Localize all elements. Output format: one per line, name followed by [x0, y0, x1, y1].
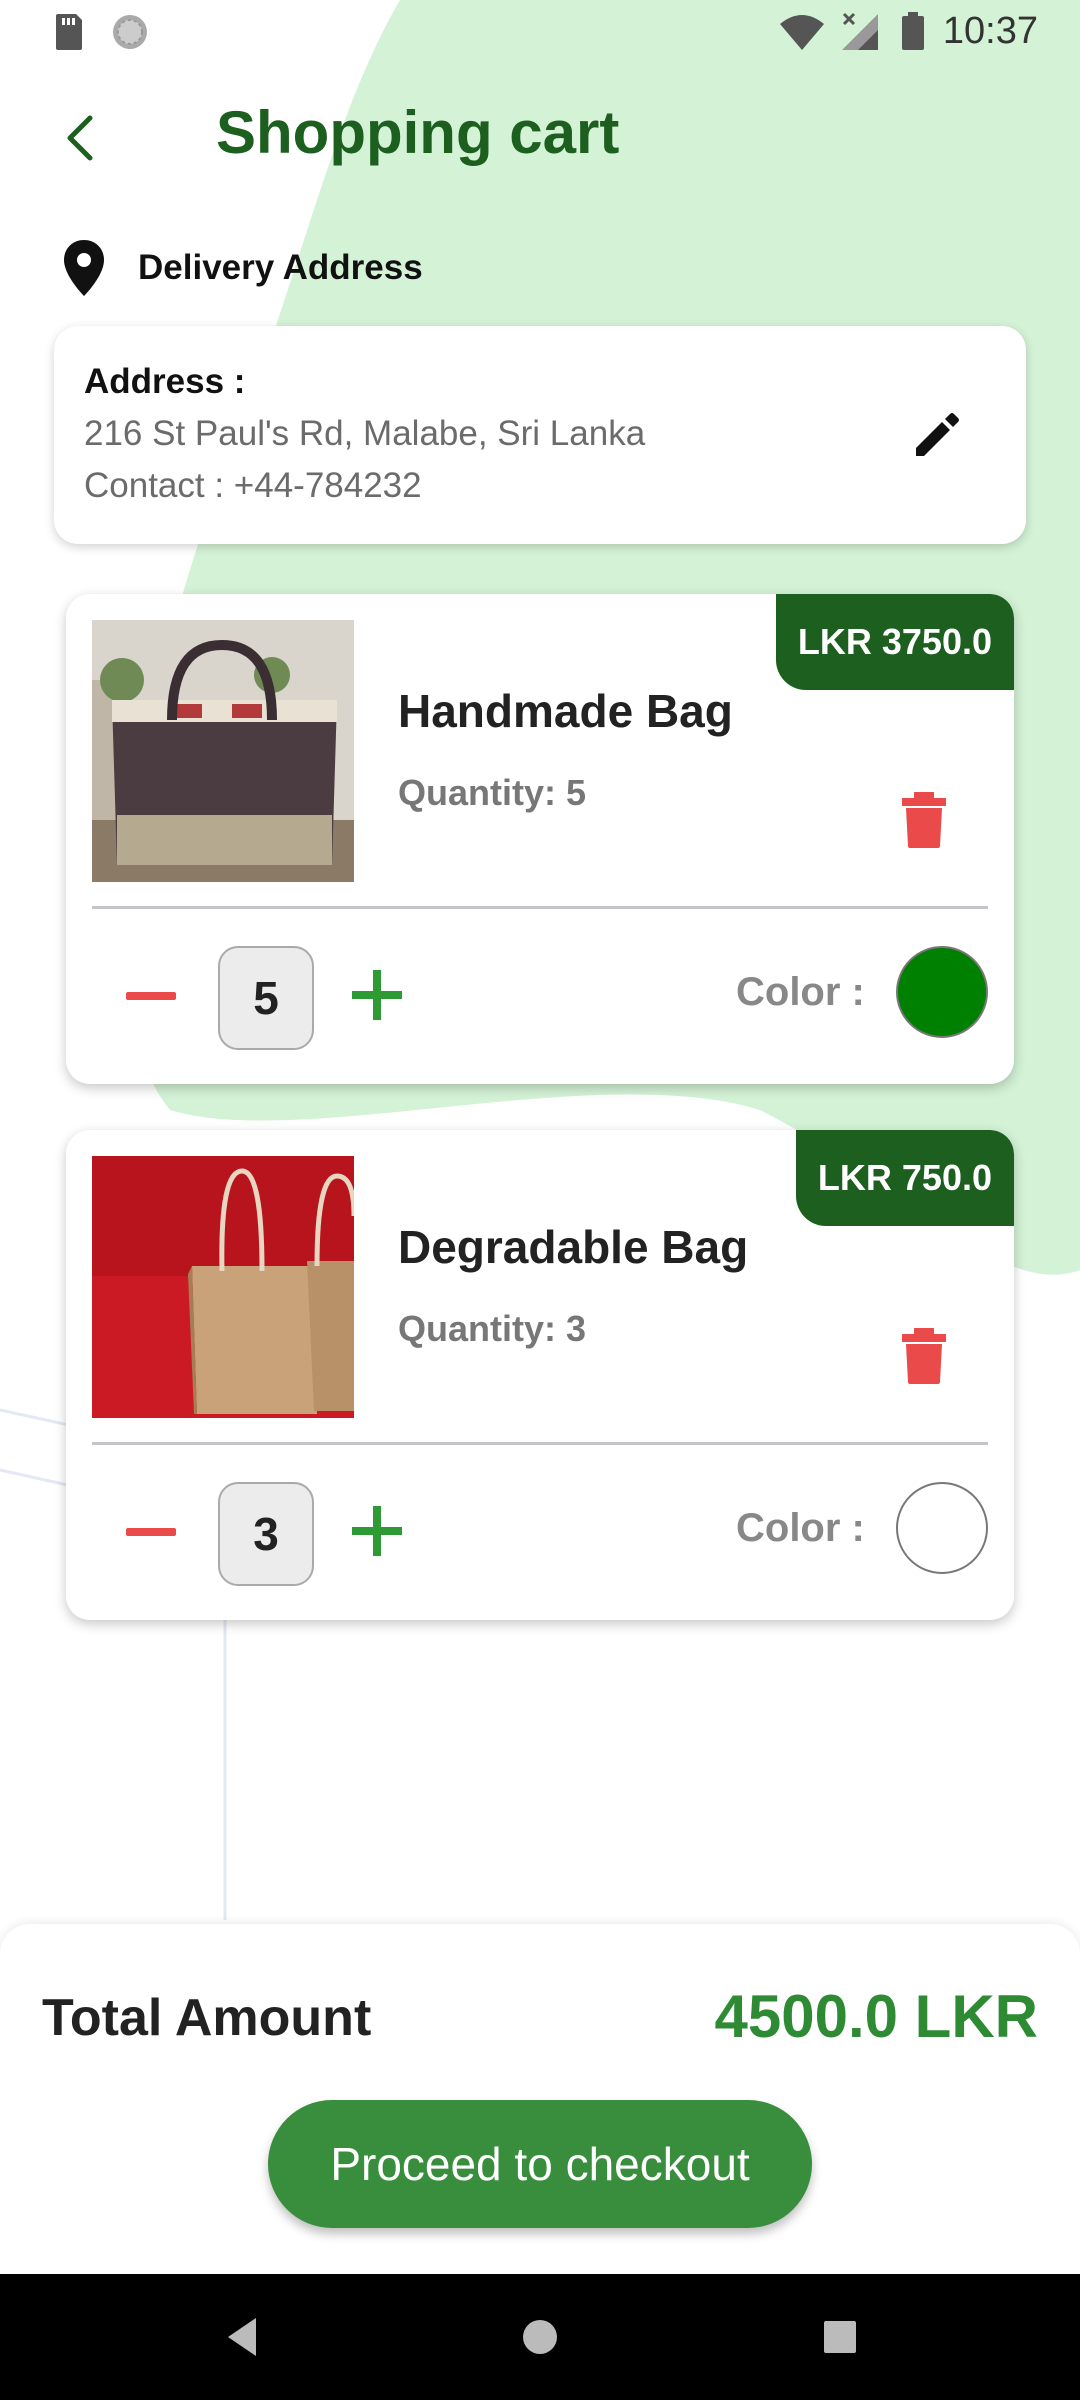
increase-quantity-button[interactable]	[352, 970, 402, 1020]
handmade-bag-image	[92, 620, 354, 882]
cart-item-card: LKR 3750.0 Handmade Bag Quantity: 5 5 Co…	[66, 594, 1014, 1084]
wifi-icon	[780, 15, 824, 50]
sd-card-icon	[56, 14, 82, 50]
address-title: Address :	[84, 362, 246, 401]
delete-trash-icon[interactable]	[898, 790, 950, 850]
address-card: Address : 216 St Paul's Rd, Malabe, Sri …	[54, 326, 1026, 544]
divider	[92, 906, 988, 909]
status-bar: 10:37	[0, 0, 1080, 62]
increase-quantity-button[interactable]	[352, 1506, 402, 1556]
status-time: 10:37	[942, 10, 1038, 52]
decrease-quantity-button[interactable]	[126, 992, 176, 1000]
nav-home-icon[interactable]	[520, 2312, 560, 2362]
checkout-panel: Total Amount 4500.0 LKR Proceed to check…	[0, 1924, 1080, 2274]
delivery-address-label: Delivery Address	[138, 248, 423, 287]
price-badge: LKR 3750.0	[775, 594, 1014, 690]
divider	[92, 1442, 988, 1445]
item-name: Handmade Bag	[398, 685, 733, 737]
degradable-bag-image	[92, 1156, 354, 1418]
nav-recents-icon[interactable]	[820, 2312, 860, 2362]
location-pin-icon	[64, 240, 104, 296]
color-swatch[interactable]	[896, 946, 988, 1038]
color-label: Color :	[736, 970, 865, 1014]
page-title: Shopping cart	[216, 99, 620, 166]
proceed-to-checkout-button[interactable]: Proceed to checkout	[268, 2100, 812, 2228]
quantity-value: 3	[218, 1482, 314, 1586]
item-name: Degradable Bag	[398, 1221, 749, 1273]
sync-circle-icon	[113, 15, 147, 49]
total-amount-value: 4500.0 LKR	[714, 1983, 1039, 2050]
item-quantity-label: Quantity: 5	[398, 772, 587, 813]
delete-trash-icon[interactable]	[898, 1326, 950, 1386]
battery-icon	[902, 12, 924, 50]
edit-pencil-icon[interactable]	[908, 406, 966, 464]
item-quantity-label: Quantity: 3	[398, 1308, 587, 1349]
nav-back-icon[interactable]	[222, 2312, 262, 2362]
color-label: Color :	[736, 1506, 865, 1550]
back-arrow-icon[interactable]	[52, 108, 112, 168]
header: Shopping cart	[0, 90, 1080, 180]
cell-signal-icon	[842, 12, 878, 50]
color-swatch[interactable]	[896, 1482, 988, 1574]
quantity-value: 5	[218, 946, 314, 1050]
address-text: 216 St Paul's Rd, Malabe, Sri Lanka	[84, 414, 646, 453]
total-amount-label: Total Amount	[42, 1989, 372, 2047]
price-badge: LKR 750.0	[795, 1130, 1014, 1226]
navigation-bar	[0, 2274, 1080, 2400]
cart-item-card: LKR 750.0 Degradable Bag Quantity: 3 3 C…	[66, 1130, 1014, 1620]
contact-text: Contact : +44-784232	[84, 466, 422, 505]
decrease-quantity-button[interactable]	[126, 1528, 176, 1536]
